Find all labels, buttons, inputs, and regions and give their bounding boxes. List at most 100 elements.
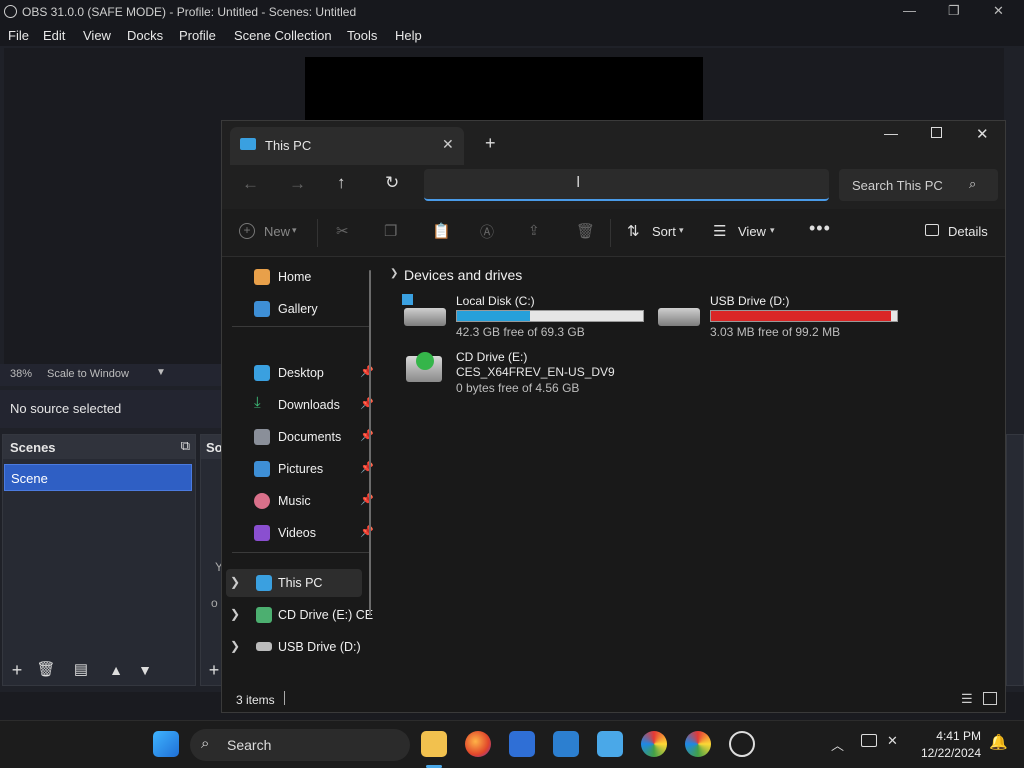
notification-bell-icon[interactable]: 🔔 xyxy=(989,733,1008,751)
gallery-icon xyxy=(254,301,270,317)
new-button[interactable]: New xyxy=(264,224,290,239)
pin-icon: 📌 xyxy=(360,462,374,474)
scene-filters-icon[interactable]: ▤ xyxy=(70,659,92,681)
windows-logo-icon xyxy=(402,294,413,305)
menu-view[interactable]: View xyxy=(83,28,111,43)
paste-icon[interactable]: 📋 xyxy=(432,222,451,240)
drive-usage-bar xyxy=(456,310,644,322)
firefox-icon[interactable] xyxy=(465,731,491,757)
details-button[interactable]: Details xyxy=(948,224,988,239)
obs-taskbar-icon[interactable] xyxy=(729,731,755,757)
obs-maximize-icon[interactable]: ❐ xyxy=(948,3,960,19)
scale-mode-select[interactable]: Scale to Window xyxy=(47,368,129,380)
search-input[interactable]: Search This PC ⌕ xyxy=(839,169,998,201)
details-view-icon[interactable]: ☰ xyxy=(961,691,973,707)
move-down-icon[interactable]: ▼ xyxy=(134,659,156,681)
nav-scrollbar[interactable] xyxy=(369,270,371,616)
menu-tools[interactable]: Tools xyxy=(347,28,377,43)
nav-label: Videos xyxy=(278,526,316,540)
drive-usage-fill xyxy=(711,311,892,321)
color-app-icon[interactable] xyxy=(641,731,667,757)
nav-label: Pictures xyxy=(278,462,324,476)
view-chevron-icon: ▾ xyxy=(770,225,775,235)
share-icon[interactable]: ⇪ xyxy=(528,222,540,239)
nav-label: Downloads xyxy=(278,398,340,412)
speaker-muted-icon[interactable]: ✕ xyxy=(887,733,898,749)
collapse-chevron-icon[interactable]: ❯ xyxy=(390,268,398,279)
menu-help[interactable]: Help xyxy=(395,28,422,43)
refresh-icon[interactable]: ↻ xyxy=(385,173,399,193)
chevron-right-icon[interactable]: ❯ xyxy=(230,639,240,653)
nav-item-downloads[interactable]: ⤓ Downloads 📌 xyxy=(234,391,374,419)
chevron-up-icon[interactable]: ︿ xyxy=(831,735,844,754)
nav-label: This PC xyxy=(278,576,323,590)
tab-this-pc[interactable]: This PC ✕ xyxy=(230,127,464,165)
new-tab-icon[interactable]: + xyxy=(485,133,496,154)
start-windows-icon[interactable] xyxy=(153,731,179,757)
nav-item-pictures[interactable]: Pictures 📌 xyxy=(234,455,374,483)
color-app-icon-2[interactable] xyxy=(685,731,711,757)
menu-scene-collection[interactable]: Scene Collection xyxy=(234,28,332,43)
close-window-icon[interactable]: ✕ xyxy=(976,125,989,143)
scene-list-item[interactable]: Scene xyxy=(4,464,192,491)
add-scene-icon[interactable]: + xyxy=(6,659,28,681)
close-tab-icon[interactable]: ✕ xyxy=(442,136,454,153)
tiles-view-icon[interactable] xyxy=(983,692,997,705)
clock-date[interactable]: 12/22/2024 xyxy=(913,746,981,760)
view-button[interactable]: View xyxy=(738,224,766,239)
nav-item-home[interactable]: Home xyxy=(234,263,374,291)
back-arrow-icon[interactable]: ← xyxy=(242,174,259,194)
sort-button[interactable]: Sort xyxy=(652,224,676,239)
chevron-down-icon[interactable]: ▼ xyxy=(156,367,166,378)
menu-file[interactable]: File xyxy=(8,28,29,43)
address-bar[interactable]: I xyxy=(424,169,829,201)
notepad-icon[interactable] xyxy=(597,731,623,757)
nav-item-this-pc[interactable]: ❯ This PC xyxy=(226,569,362,597)
obs-minimize-icon[interactable]: — xyxy=(903,3,916,18)
drive-usb-d[interactable]: USB Drive (D:) 3.03 MB free of 99.2 MB xyxy=(656,294,906,340)
nav-item-music[interactable]: Music 📌 xyxy=(234,487,374,515)
pin-icon: 📌 xyxy=(360,430,374,442)
obs-close-icon[interactable]: ✕ xyxy=(993,3,1004,19)
menu-docks[interactable]: Docks xyxy=(127,28,163,43)
obs-window-title: OBS 31.0.0 (SAFE MODE) - Profile: Untitl… xyxy=(22,5,357,19)
search-icon[interactable]: ⌕ xyxy=(969,176,976,192)
section-header[interactable]: Devices and drives xyxy=(404,267,522,283)
move-up-icon[interactable]: ▲ xyxy=(105,659,127,681)
outlook-icon[interactable] xyxy=(553,731,579,757)
menu-edit[interactable]: Edit xyxy=(43,28,65,43)
display-icon[interactable] xyxy=(861,734,877,747)
hard-drive-icon xyxy=(404,308,446,326)
file-explorer-icon[interactable] xyxy=(421,731,447,757)
menu-profile[interactable]: Profile xyxy=(179,28,216,43)
up-arrow-icon[interactable]: ↑ xyxy=(337,173,346,193)
taskbar-search[interactable]: ⌕ Search xyxy=(190,729,410,761)
nav-item-videos[interactable]: Videos 📌 xyxy=(234,519,374,547)
cut-icon[interactable]: ✂ xyxy=(336,222,349,240)
nav-item-desktop[interactable]: Desktop 📌 xyxy=(234,359,374,387)
nav-item-documents[interactable]: Documents 📌 xyxy=(234,423,374,451)
forward-arrow-icon[interactable]: → xyxy=(289,174,306,194)
chevron-right-icon[interactable]: ❯ xyxy=(230,575,240,589)
rename-icon[interactable]: Ⓐ xyxy=(480,222,494,242)
clock-time[interactable]: 4:41 PM xyxy=(928,729,981,743)
computer-icon xyxy=(256,575,272,591)
minimize-icon[interactable]: — xyxy=(884,125,898,141)
copy-icon[interactable]: ❐ xyxy=(384,222,397,240)
delete-icon[interactable]: 🗑 xyxy=(576,222,595,240)
remove-scene-icon[interactable]: 🗑 xyxy=(35,659,57,681)
drive-local-disk-c[interactable]: Local Disk (C:) 42.3 GB free of 69.3 GB xyxy=(402,294,652,340)
maximize-icon[interactable] xyxy=(931,127,942,138)
more-options-icon[interactable]: ••• xyxy=(809,218,831,239)
undock-icon[interactable]: ⧉ xyxy=(181,438,190,454)
details-pane-icon xyxy=(925,224,939,236)
nav-item-gallery[interactable]: Gallery xyxy=(234,295,374,323)
drive-cd-e[interactable]: CD Drive (E:) CES_X64FREV_EN-US_DV9 0 by… xyxy=(402,350,652,396)
obs-preview-canvas[interactable] xyxy=(305,57,703,121)
microsoft-store-icon[interactable] xyxy=(509,731,535,757)
nav-item-cd-drive[interactable]: ❯ CD Drive (E:) CE xyxy=(226,601,380,629)
autoplay-icon xyxy=(416,352,434,370)
chevron-right-icon[interactable]: ❯ xyxy=(230,607,240,621)
computer-icon xyxy=(240,138,256,150)
nav-item-usb-drive[interactable]: ❯ USB Drive (D:) xyxy=(226,633,380,661)
